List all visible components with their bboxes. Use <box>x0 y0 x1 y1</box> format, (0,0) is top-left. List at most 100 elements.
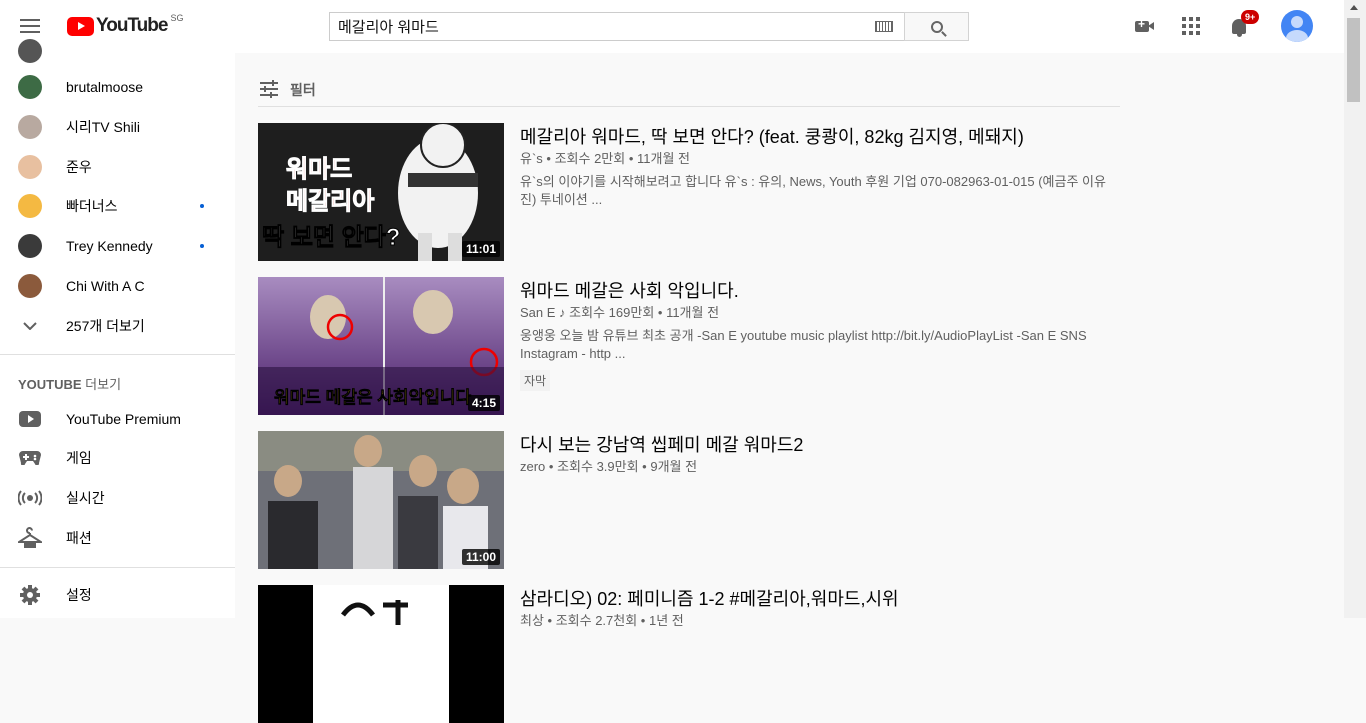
video-title[interactable]: 삼라디오) 02: 페미니즘 1-2 #메갈리아,워마드,시위 <box>520 585 899 611</box>
chevron-down-icon <box>18 314 42 338</box>
menu-icon[interactable] <box>20 19 40 33</box>
sidebar-item-label: 빠더너스 <box>66 198 118 214</box>
view-count: 조회수 3.9만회 <box>557 459 639 474</box>
video-duration: 4:15 <box>467 395 500 411</box>
sidebar-item-brutalmoose[interactable]: brutalmoose <box>0 67 235 107</box>
subscription-avatar[interactable] <box>18 39 42 63</box>
sidebar-item-fashion[interactable]: 패션 <box>0 518 235 558</box>
search-icon <box>930 20 943 33</box>
sidebar-item-chi-with-a-c[interactable]: Chi With A C <box>0 266 235 306</box>
divider <box>0 567 235 568</box>
video-thumbnail[interactable]: 워마드 메갈리아 딱 보면 안다? 11:01 <box>258 123 504 261</box>
channel-name[interactable]: 최상 <box>520 613 544 628</box>
section-title-bold: YOUTUBE <box>18 377 82 392</box>
channel-name[interactable]: San E <box>520 305 555 320</box>
video-result[interactable]: 워마드 메갈은 사회악입니다 4:15 워마드 메갈은 사회 악입니다. San… <box>258 277 1120 415</box>
video-title[interactable]: 워마드 메갈은 사회 악입니다. <box>520 277 739 303</box>
video-description: 웅앵웅 오늘 밤 유튜브 최초 공개 -San E youtube music … <box>520 328 1087 361</box>
sidebar: brutalmoose 시리TV Shili 준우 빠더너스 Trey Kenn… <box>0 39 235 618</box>
upload-age: 9개월 전 <box>650 459 698 474</box>
video-metadata: 최상 • 조회수 2.7천회 • 1년 전 <box>520 613 684 628</box>
thumbnail-caption: 딱 보면 안다? <box>261 224 401 252</box>
video-result[interactable]: 워마드 메갈리아 딱 보면 안다? 11:01 메갈리아 워마드, 딱 보면 안… <box>258 123 1120 261</box>
youtube-play-icon <box>67 16 94 36</box>
channel-name[interactable]: 유`s <box>520 151 543 166</box>
sidebar-item-live[interactable]: 실시간 <box>0 478 235 518</box>
video-duration: 11:01 <box>461 241 500 257</box>
sidebar-item-label: 설정 <box>66 587 92 603</box>
sidebar-item-trey-kennedy[interactable]: Trey Kennedy <box>0 226 235 266</box>
filter-bar: 필터 <box>258 78 1120 107</box>
create-video-icon[interactable] <box>1130 14 1154 38</box>
sidebar-item-label: brutalmoose <box>66 79 144 95</box>
channel-avatar <box>18 274 42 298</box>
live-icon <box>18 486 42 510</box>
video-title[interactable]: 다시 보는 강남역 씹페미 메갈 워마드2 <box>520 431 803 457</box>
sidebar-item-label: 시리TV Shili <box>66 119 140 135</box>
video-metadata: San E ♪ 조회수 169만회 • 11개월 전 <box>520 305 720 320</box>
youtube-premium-icon <box>18 407 42 431</box>
sidebar-item-label: YouTube Premium <box>66 411 181 427</box>
video-metadata: zero • 조회수 3.9만회 • 9개월 전 <box>520 459 698 474</box>
sidebar-item-ppadeoneoseu[interactable]: 빠더너스 <box>0 186 235 226</box>
section-title: YOUTUBE 더보기 <box>18 374 121 393</box>
channel-name[interactable]: zero <box>520 459 545 474</box>
sidebar-item-gaming[interactable]: 게임 <box>0 438 235 478</box>
youtube-logo[interactable]: YouTube SG <box>67 13 184 37</box>
filter-button[interactable]: 필터 <box>290 80 316 100</box>
channel-avatar <box>18 194 42 218</box>
new-content-dot <box>200 204 204 208</box>
logo-text: YouTube <box>96 15 168 36</box>
divider <box>0 354 235 355</box>
sidebar-item-label: 준우 <box>66 159 92 175</box>
channel-avatar <box>18 75 42 99</box>
video-result[interactable]: 삼라디오) 02: 페미니즘 1-2 #메갈리아,워마드,시위 최상 • 조회수… <box>258 585 1120 723</box>
subtitles-badge: 자막 <box>520 370 551 391</box>
section-title-rest: 더보기 <box>81 377 122 392</box>
video-result[interactable]: 11:00 다시 보는 강남역 씹페미 메갈 워마드2 zero • 조회수 3… <box>258 431 1120 569</box>
scroll-up-arrow[interactable] <box>1350 5 1358 10</box>
new-content-dot <box>200 244 204 248</box>
upload-age: 11개월 전 <box>666 305 720 320</box>
account-avatar[interactable] <box>1281 10 1313 42</box>
scrollbar-thumb[interactable] <box>1347 18 1360 102</box>
channel-avatar <box>18 155 42 179</box>
page-scrollbar[interactable] <box>1344 0 1366 618</box>
view-count: 조회수 169만회 <box>569 305 655 320</box>
video-title[interactable]: 메갈리아 워마드, 딱 보면 안다? (feat. 쿵쾅이, 82kg 김지영,… <box>520 123 1024 149</box>
sidebar-item-label: 게임 <box>66 450 92 466</box>
video-thumbnail[interactable]: 11:00 <box>258 431 504 569</box>
view-count: 조회수 2만회 <box>554 151 626 166</box>
keyboard-icon[interactable] <box>875 21 893 32</box>
apps-icon[interactable] <box>1179 14 1203 38</box>
thumbnail-caption: 메갈리아 <box>285 188 375 216</box>
video-duration: 11:00 <box>461 549 500 565</box>
thumbnail-caption: 워마드 메갈은 사회악입니다 <box>274 388 472 408</box>
search-button[interactable] <box>904 12 969 41</box>
sidebar-item-label: 257개 더보기 <box>66 318 145 334</box>
gear-icon <box>18 583 42 607</box>
channel-avatar <box>18 115 42 139</box>
filter-icon[interactable] <box>260 80 278 98</box>
upload-age: 1년 전 <box>648 613 684 628</box>
search-query[interactable]: 메갈리아 워마드 <box>330 16 875 37</box>
sidebar-item-youtube-premium[interactable]: YouTube Premium <box>0 399 235 439</box>
search-input[interactable]: 메갈리아 워마드 <box>329 12 905 41</box>
notification-badge: 9+ <box>1241 10 1260 24</box>
sidebar-item-shili[interactable]: 시리TV Shili <box>0 107 235 147</box>
video-thumbnail[interactable]: 워마드 메갈은 사회악입니다 4:15 <box>258 277 504 415</box>
channel-avatar <box>18 234 42 258</box>
view-count: 조회수 2.7천회 <box>555 613 638 628</box>
sidebar-item-label: Chi With A C <box>66 278 145 294</box>
hanger-icon <box>18 526 42 550</box>
sidebar-item-settings[interactable]: 설정 <box>0 575 235 615</box>
upload-age: 11개월 전 <box>637 151 691 166</box>
search-results: 필터 워마드 메갈리아 딱 보면 안다? 11:01 메갈리아 워마드, 딱 보… <box>235 53 1344 723</box>
sidebar-item-label: 실시간 <box>66 490 105 506</box>
sidebar-item-junwoo[interactable]: 준우 <box>0 147 235 187</box>
video-metadata: 유`s • 조회수 2만회 • 11개월 전 <box>520 151 691 166</box>
logo-region: SG <box>170 13 184 23</box>
music-note-icon: ♪ <box>559 305 566 320</box>
video-thumbnail[interactable] <box>258 585 504 723</box>
show-more-subscriptions[interactable]: 257개 더보기 <box>0 306 235 346</box>
